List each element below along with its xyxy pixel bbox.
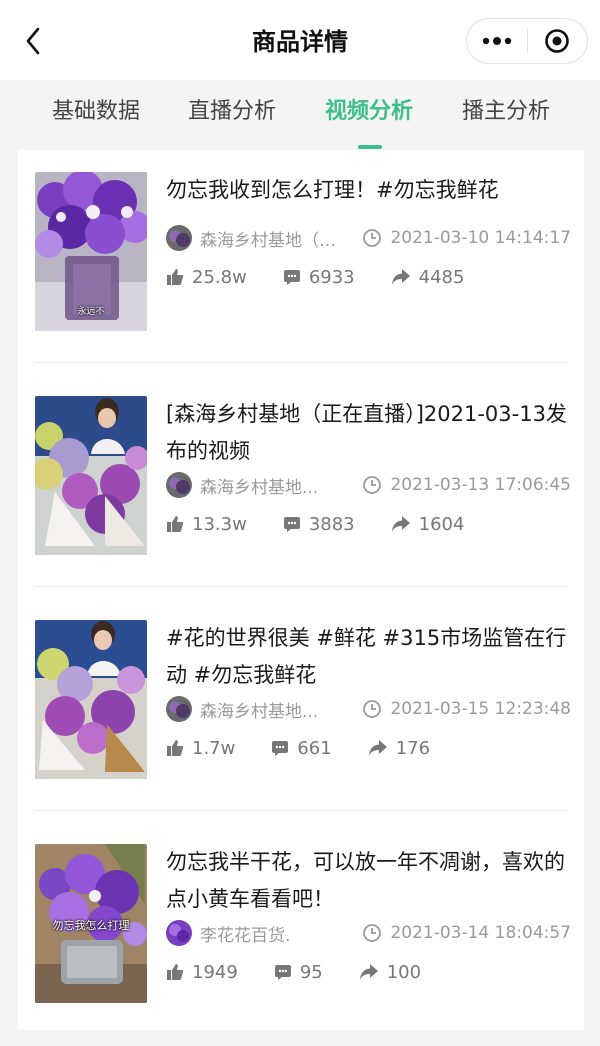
- active-tab-indicator: [358, 145, 382, 149]
- video-stats: 13.3w 3883 1604: [166, 509, 571, 539]
- tab-streamer-analysis[interactable]: 播主分析: [458, 80, 554, 142]
- avatar: [166, 472, 192, 498]
- video-meta: 李花花百货. 2021-03-14 18:04:57: [166, 918, 571, 948]
- publish-time-text: 2021-03-10 14:14:17: [390, 228, 571, 248]
- share-count: 100: [359, 962, 421, 983]
- comment-count: 6933: [283, 267, 355, 288]
- publish-time: 2021-03-14 18:04:57: [362, 923, 571, 943]
- video-item[interactable]: #花的世界很美 #鲜花 #315市场监管在行动 #勿忘我鲜花 森海乡村基地...…: [18, 598, 584, 822]
- video-stats: 1949 95 100: [166, 957, 571, 987]
- thumbs-up-icon: [167, 269, 184, 285]
- publish-time-text: 2021-03-13 17:06:45: [390, 475, 571, 495]
- thumbs-up-icon: [167, 964, 184, 980]
- thumbnail-caption: 永远不: [77, 307, 105, 317]
- thumbs-up-icon: [167, 516, 184, 532]
- publish-time: 2021-03-15 12:23:48: [362, 699, 571, 719]
- comment-icon: [272, 741, 289, 756]
- avatar: [166, 920, 192, 946]
- like-count: 13.3w: [166, 514, 247, 535]
- comment-count: 661: [271, 737, 332, 759]
- video-stats: 1.7w 661 176: [166, 733, 571, 763]
- comment-count-text: 95: [299, 961, 323, 983]
- like-count-text: 1949: [192, 961, 238, 983]
- like-count-text: 13.3w: [192, 513, 247, 535]
- video-title: 勿忘我半干花，可以放一年不凋谢，喜欢的点小黄车看看吧！: [166, 850, 565, 911]
- publish-time: 2021-03-10 14:14:17: [362, 228, 571, 248]
- share-arrow-icon: [359, 964, 378, 980]
- author-name: 森海乡村基地...: [200, 477, 319, 498]
- item-divider: [35, 810, 567, 811]
- back-button[interactable]: [18, 24, 48, 58]
- share-arrow-icon: [391, 269, 410, 285]
- share-count-text: 100: [386, 961, 422, 983]
- target-circle-icon: [545, 29, 570, 53]
- tab-basic-data[interactable]: 基础数据: [48, 80, 144, 142]
- video-title: #花的世界很美 #鲜花 #315市场监管在行动 #勿忘我鲜花: [166, 626, 567, 687]
- video-item[interactable]: 永远不 勿忘我收到怎么打理！#勿忘我鲜花 森海乡村基地（… 2021-03-10…: [18, 150, 584, 374]
- video-thumbnail: [35, 396, 147, 555]
- top-nav-bar: 商品详情: [0, 0, 600, 80]
- share-count: 176: [368, 738, 430, 759]
- share-count-text: 4485: [418, 266, 465, 288]
- item-divider: [35, 362, 567, 363]
- tab-video-analysis[interactable]: 视频分析: [321, 80, 417, 142]
- share-count-text: 1604: [418, 513, 465, 535]
- clock-icon: [363, 229, 382, 247]
- tab-bar: 基础数据 直播分析 视频分析 播主分析: [0, 80, 600, 150]
- like-count: 25.8w: [166, 267, 247, 288]
- author-name: 森海乡村基地（…: [200, 230, 336, 251]
- mini-program-capsule: [466, 18, 588, 64]
- clock-icon: [363, 924, 382, 942]
- publish-time-text: 2021-03-14 18:04:57: [390, 923, 571, 943]
- video-meta: 森海乡村基地... 2021-03-15 12:23:48: [166, 694, 571, 724]
- author-name: 森海乡村基地...: [200, 701, 319, 722]
- like-count-text: 1.7w: [192, 737, 236, 759]
- share-count: 4485: [391, 266, 465, 288]
- share-arrow-icon: [368, 740, 387, 756]
- like-count: 1.7w: [166, 738, 235, 759]
- video-meta: 森海乡村基地（… 2021-03-10 14:14:17: [166, 223, 571, 253]
- video-thumbnail: 永远不: [35, 172, 147, 331]
- avatar: [166, 225, 192, 251]
- comment-count: 95: [274, 962, 323, 983]
- like-count-text: 25.8w: [192, 266, 247, 288]
- avatar: [166, 696, 192, 722]
- video-stats: 25.8w 6933 4485: [166, 262, 571, 292]
- close-mini-program-button[interactable]: [527, 19, 587, 63]
- chevron-left-icon: [26, 27, 40, 55]
- like-count: 1949: [166, 962, 238, 983]
- video-title: 勿忘我收到怎么打理！#勿忘我鲜花: [166, 178, 499, 202]
- thumbnail-caption: 勿忘我怎么打理: [52, 919, 130, 932]
- video-thumbnail: 勿忘我怎么打理: [35, 844, 147, 1003]
- comment-icon: [283, 517, 300, 532]
- video-meta: 森海乡村基地... 2021-03-13 17:06:45: [166, 470, 571, 500]
- comment-icon: [283, 270, 300, 285]
- video-thumbnail: [35, 620, 147, 779]
- comment-count-text: 6933: [308, 266, 355, 288]
- comment-count-text: 3883: [308, 513, 355, 535]
- publish-time-text: 2021-03-15 12:23:48: [390, 699, 571, 719]
- item-divider: [35, 586, 567, 587]
- publish-time: 2021-03-13 17:06:45: [362, 475, 571, 495]
- clock-icon: [363, 700, 382, 718]
- video-title: [森海乡村基地（正在直播）]2021-03-13发布的视频: [166, 402, 567, 463]
- video-list: 永远不 勿忘我收到怎么打理！#勿忘我鲜花 森海乡村基地（… 2021-03-10…: [18, 150, 584, 1030]
- video-item[interactable]: 勿忘我怎么打理 勿忘我半干花，可以放一年不凋谢，喜欢的点小黄车看看吧！ 李花花百…: [18, 822, 584, 1046]
- thumbs-up-icon: [167, 740, 184, 756]
- share-count: 1604: [391, 513, 465, 535]
- comment-count-text: 661: [297, 737, 332, 759]
- comment-icon: [274, 965, 291, 980]
- share-count-text: 176: [395, 737, 431, 759]
- video-item[interactable]: [森海乡村基地（正在直播）]2021-03-13发布的视频 森海乡村基地... …: [18, 374, 584, 598]
- comment-count: 3883: [283, 514, 355, 535]
- tab-live-analysis[interactable]: 直播分析: [184, 80, 280, 142]
- clock-icon: [363, 476, 382, 494]
- more-button[interactable]: [467, 19, 527, 63]
- author-name: 李花花百货.: [200, 925, 291, 946]
- more-dots-icon: [482, 37, 511, 45]
- share-arrow-icon: [391, 516, 410, 532]
